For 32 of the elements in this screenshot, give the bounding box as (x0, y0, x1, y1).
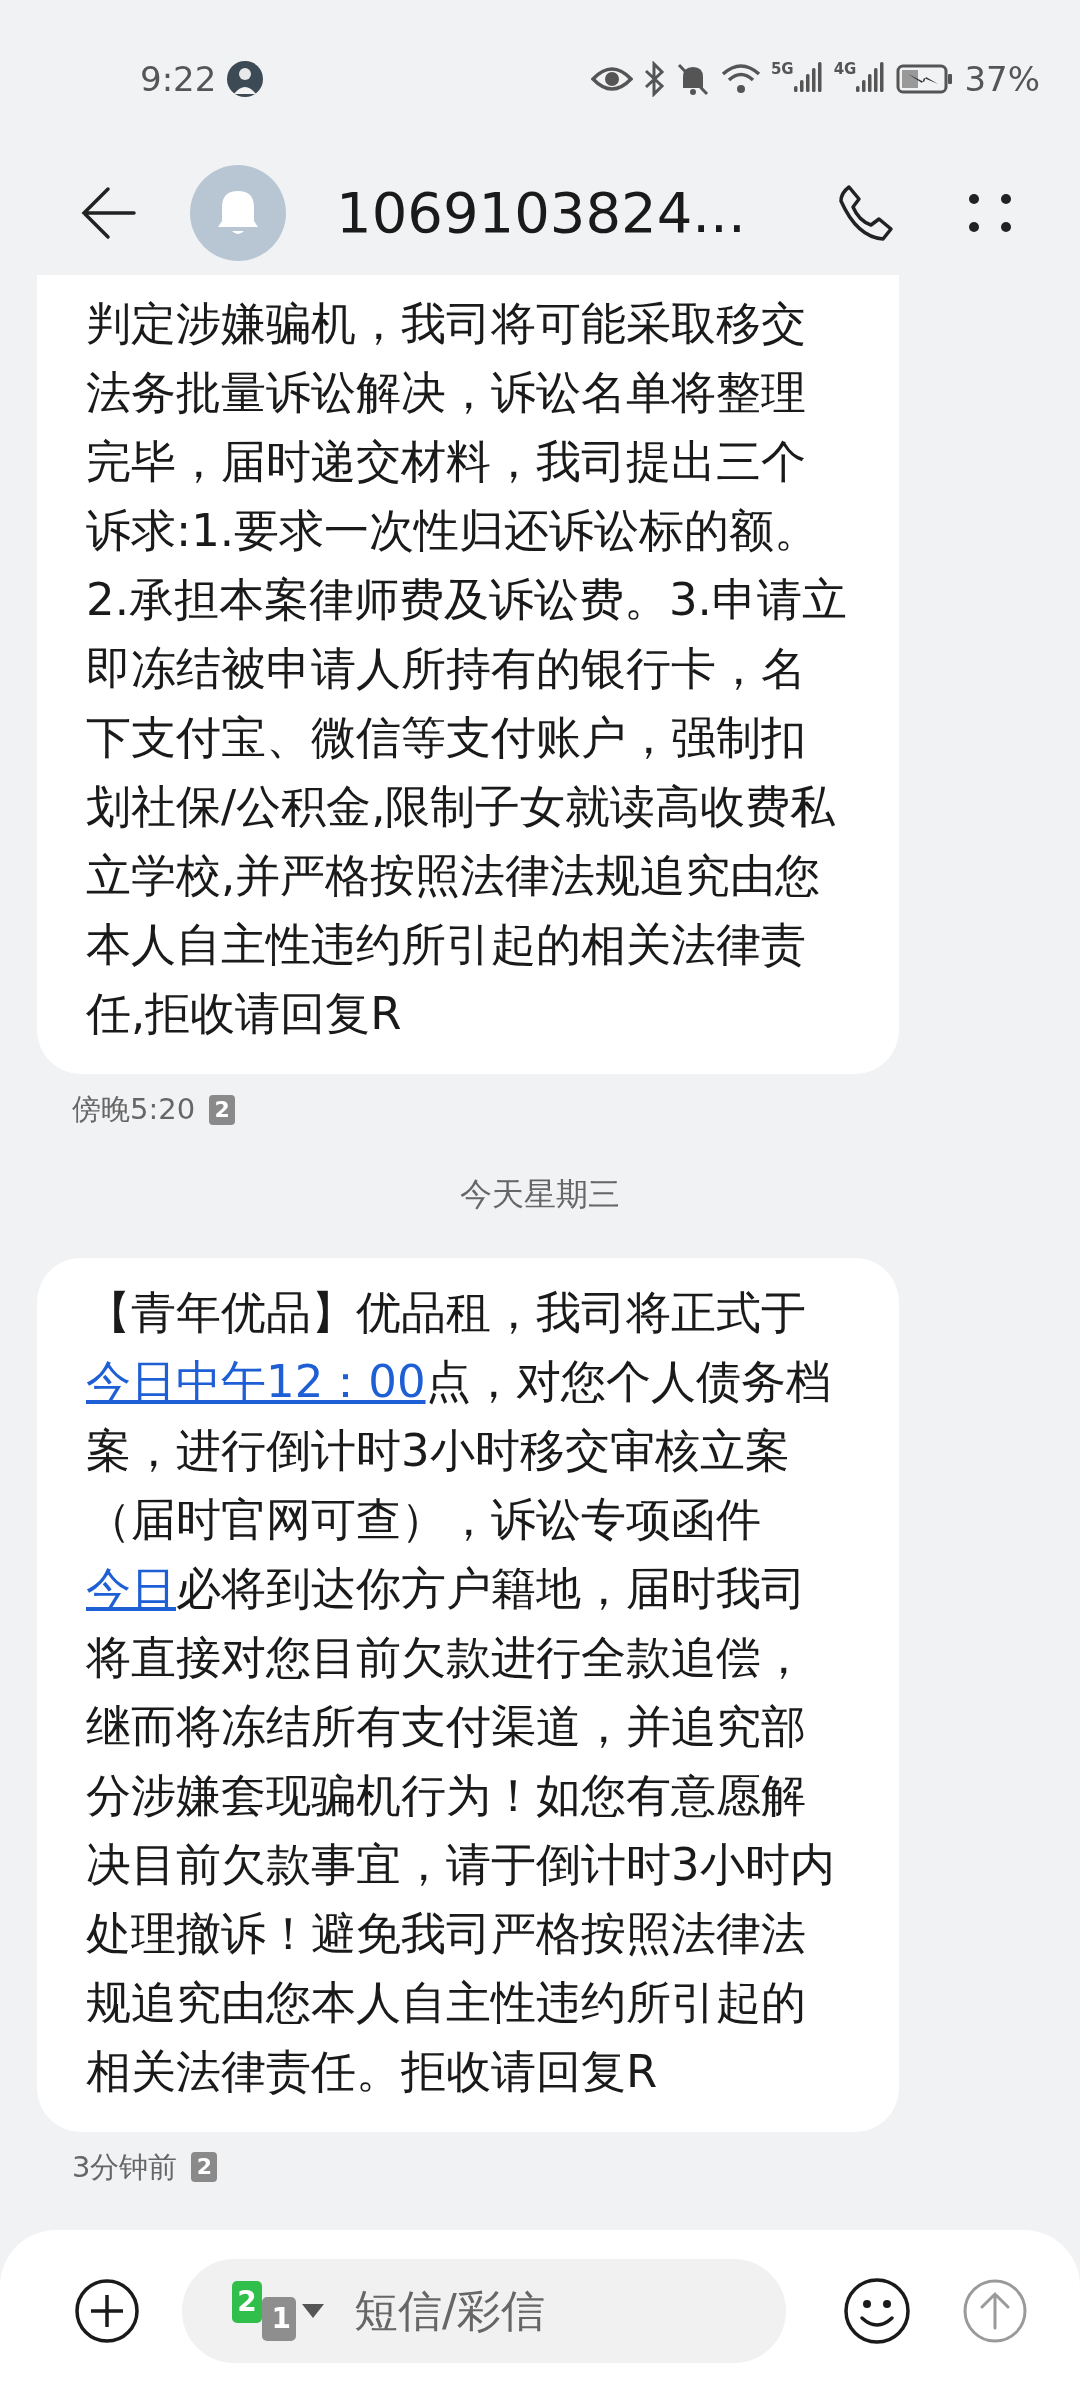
contact-title: 1069103824... (336, 178, 746, 247)
sim-badge: 1 (262, 2297, 296, 2341)
message-field[interactable]: 短信/彩信 (354, 2278, 754, 2344)
battery-level: 37% (964, 57, 1040, 101)
date-link[interactable]: 今日中午12：00 (86, 1354, 426, 1408)
network-label: 5G (770, 62, 794, 77)
smiley-icon (842, 2276, 912, 2346)
sim-badge: 2 (209, 1094, 236, 1125)
avatar-icon (226, 60, 265, 98)
bell-avatar-icon (190, 164, 286, 261)
caret-icon[interactable] (302, 2304, 324, 2318)
emoji-button[interactable] (842, 2276, 912, 2346)
sim-badge: 2 (232, 2281, 262, 2323)
date-link[interactable]: 今日 (86, 1561, 176, 1615)
eye-icon (590, 64, 633, 94)
message-time: 傍晚5:20 (72, 1091, 196, 1128)
status-time: 9:22 (140, 57, 217, 101)
network-label: 4G (833, 62, 857, 77)
message-text: 【青年优品】优品租，我司将正式于 今日中午12：00点，对您个人债务档案，进行倒计时3小时移交审核立案（届时官网可查），诉讼专项函件 今日必将到达你方户籍地，届时我司将直接对您目前欠款进行全款追偿，继而将冻结所有支付渠道，并追究部分涉嫌套现骗机行为！如您有意愿解决目前欠款事宜，请于倒计时3小时内处理撤诉！避免我司严格按照法律法规追究由您本人自主性违约所引起的相关法律责任。拒收请回复R (86, 1284, 836, 2100)
message-input[interactable]: 1 2 短信/彩信 (182, 2259, 786, 2363)
bluetooth-icon (642, 61, 665, 97)
more-icon (968, 192, 1012, 233)
add-button[interactable] (74, 2278, 140, 2344)
message-time: 3分钟前 (72, 2148, 178, 2186)
wifi-icon (720, 62, 761, 96)
send-icon (962, 2278, 1028, 2344)
sim-badge: 2 (191, 2152, 218, 2183)
send-button[interactable] (962, 2278, 1028, 2344)
date-divider: 今天星期三 (460, 1173, 620, 1215)
add-icon (74, 2278, 140, 2344)
battery-charging-icon (896, 64, 955, 94)
message-text: 判定涉嫌骗机，我司将可能采取移交法务批量诉讼解决，诉讼名单将整理完毕，届时递交材料，我司提出三个诉求:1.要求一次性归还诉讼标的额。2.承担本案律师费及诉讼费。3.申请立即冻结被申请人所持有的银行卡，名下支付宝、微信等支付账户，强制扣划社保/公积金,限制子女就读高收费私立学校,并严格按照法律法规追究由您本人自主性违约所引起的相关法律责任,拒收请回复R (86, 296, 848, 1042)
